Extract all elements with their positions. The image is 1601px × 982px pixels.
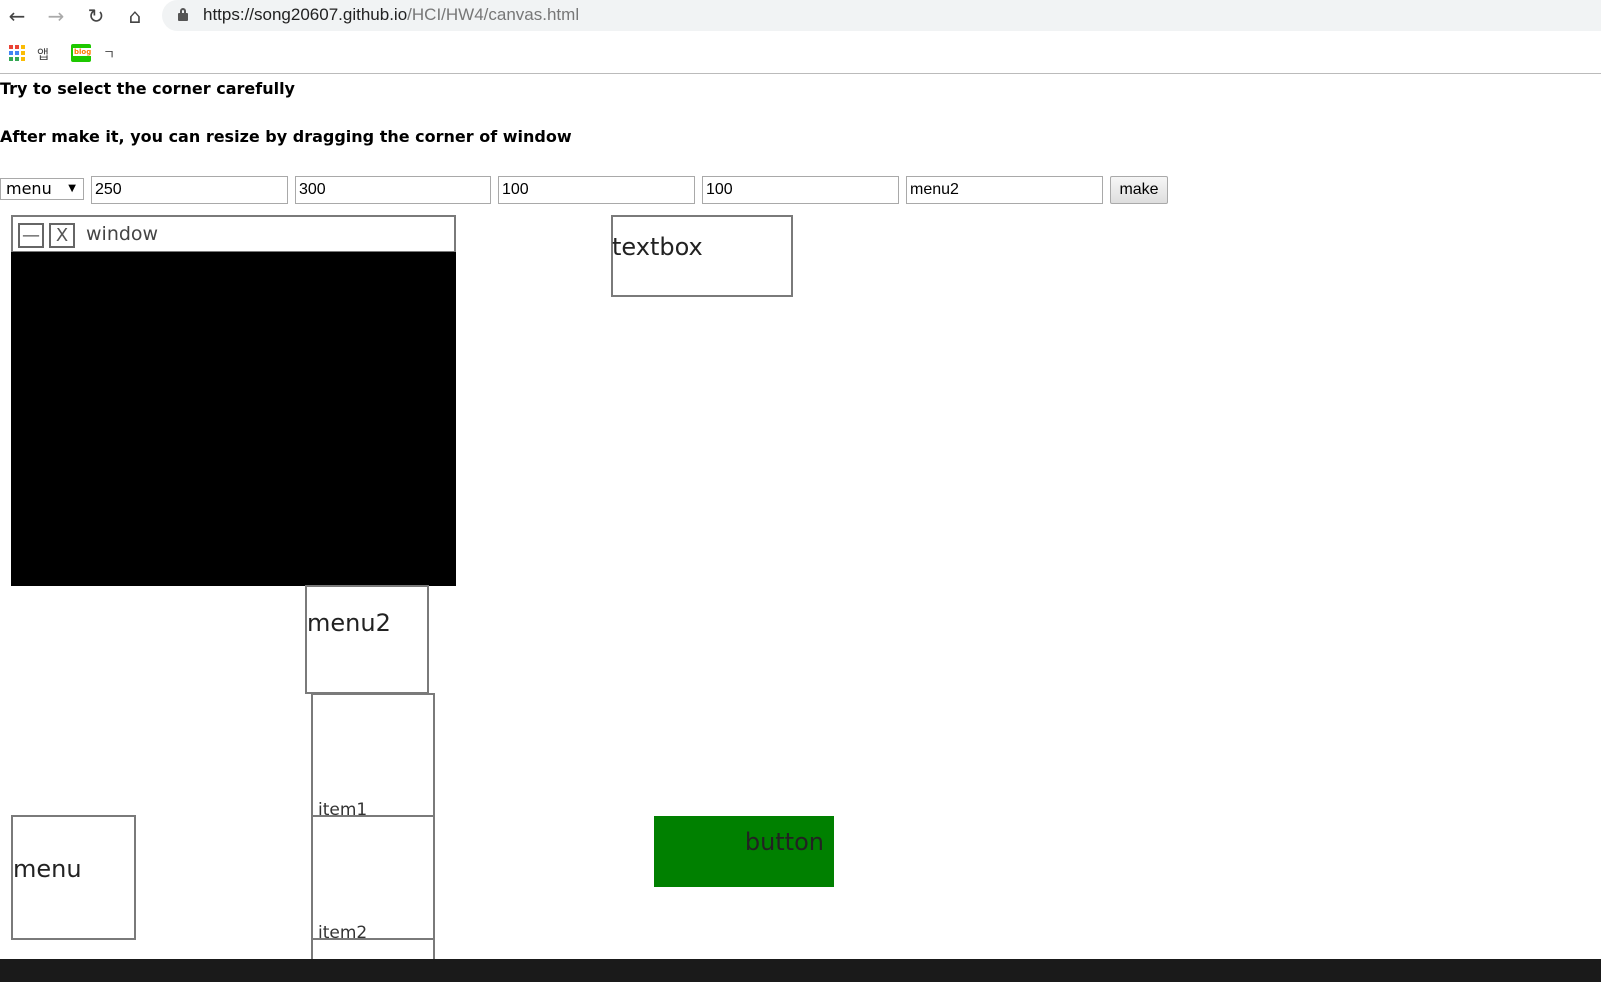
menu2-label: menu2 [307, 609, 391, 637]
window-title: window [86, 223, 159, 245]
bookmark-blog[interactable]: ㄱ [103, 44, 115, 63]
blog-icon[interactable]: blog [71, 44, 93, 62]
text-input[interactable] [906, 176, 1103, 204]
type-select[interactable]: menu ▼ [0, 178, 84, 200]
bookmarks-bar [0, 36, 1601, 74]
url-host: https://song20607.github.io [203, 5, 408, 24]
menu2-widget[interactable]: menu2 [305, 585, 429, 694]
forward-icon[interactable]: → [44, 4, 68, 28]
back-icon[interactable]: ← [5, 4, 29, 28]
taskbar [0, 959, 1601, 982]
browser-toolbar: ← → ↻ ⌂ https://song20607.github.io/HCI/… [0, 0, 1601, 32]
menu-widget[interactable]: menu [11, 815, 136, 940]
instruction-resize: After make it, you can resize by draggin… [0, 127, 572, 146]
bookmark-apps[interactable]: 앱 [37, 44, 49, 63]
x-input[interactable] [498, 176, 695, 204]
url-text[interactable]: https://song20607.github.io/HCI/HW4/canv… [203, 5, 579, 25]
window-body[interactable] [11, 252, 456, 586]
apps-grid-icon[interactable] [9, 45, 25, 61]
lock-icon [178, 8, 188, 21]
menu2-item-2[interactable]: item2 [311, 815, 435, 943]
minimize-button[interactable]: — [18, 223, 44, 248]
home-icon[interactable]: ⌂ [123, 4, 147, 28]
menu-label: menu [13, 855, 82, 883]
make-button[interactable]: make [1110, 176, 1168, 204]
type-select-value: menu [6, 179, 52, 198]
button-label: button [744, 828, 824, 856]
url-path: /HCI/HW4/canvas.html [407, 5, 580, 24]
menu2-item-1[interactable]: item1 [311, 693, 435, 820]
textbox-label: textbox [612, 233, 703, 261]
instruction-select-corner: Try to select the corner carefully [0, 79, 295, 98]
button-widget[interactable]: button [654, 816, 834, 887]
height-input[interactable] [295, 176, 491, 204]
textbox-widget[interactable]: textbox [611, 215, 793, 297]
y-input[interactable] [702, 176, 899, 204]
width-input[interactable] [91, 176, 288, 204]
dropdown-arrow-icon: ▼ [68, 183, 76, 194]
reload-icon[interactable]: ↻ [84, 4, 108, 28]
window-titlebar[interactable]: — X window [11, 215, 456, 253]
close-button[interactable]: X [49, 223, 75, 248]
